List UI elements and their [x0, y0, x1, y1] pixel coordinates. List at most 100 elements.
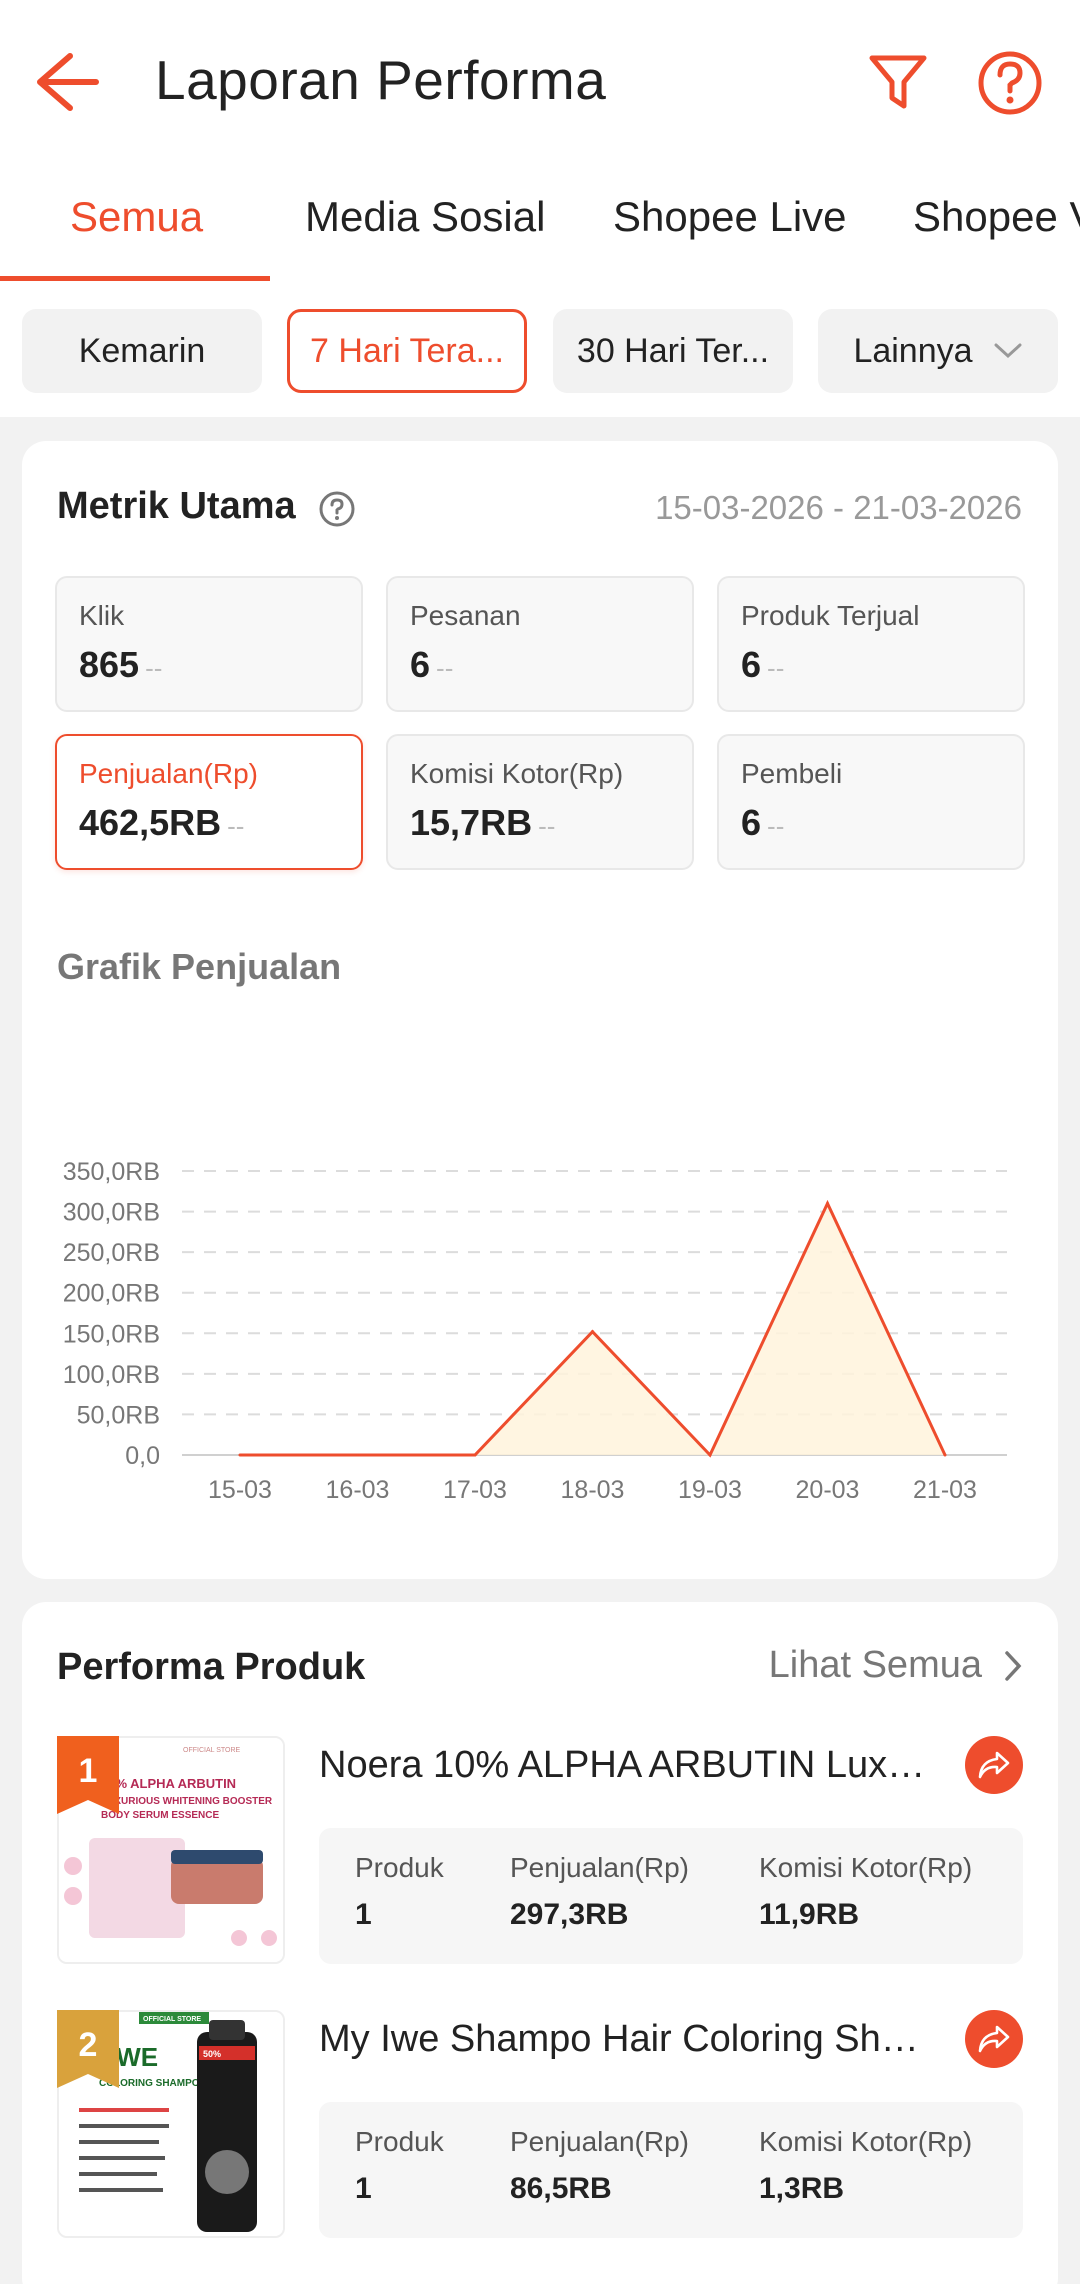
rank-number: 2	[79, 2026, 98, 2064]
metric-value-wrap: 6 --	[741, 644, 784, 686]
date-filter-chips: Kemarin 7 Hari Tera... 30 Hari Ter... La…	[0, 285, 1080, 417]
data-point	[238, 1453, 242, 1457]
x-tick-label: 16-03	[326, 1476, 390, 1504]
see-all-label: Lihat Semua	[768, 1644, 982, 1686]
y-tick-label: 50,0RB	[77, 1401, 160, 1429]
stat-label: Komisi Kotor(Rp)	[759, 2126, 973, 2157]
sales-chart: 0,0 50,0RB 100,0RB 150,0RB 200,0RB 250,0RB 300…	[63, 1158, 1007, 1504]
product-name[interactable]: Noera 10% ALPHA ARBUTIN Luxurious Whiten…	[319, 1744, 939, 1787]
metric-label: Komisi Kotor(Rp)	[410, 758, 624, 789]
metric-produk-terjual[interactable]: Produk Terjual 6 --	[717, 576, 1025, 712]
product-row[interactable]: OFFICIAL STORE IWE COLORING SHAMPO 50% 2…	[57, 2010, 1023, 2240]
metric-change: --	[227, 811, 245, 841]
metric-change: --	[767, 811, 785, 841]
product-stats: Produk 1 Penjualan(Rp) 86,5RB Komisi Kot…	[319, 2102, 1023, 2238]
data-point	[708, 1453, 712, 1457]
x-tick-label: 18-03	[561, 1476, 625, 1504]
thumb-line1: 10% ALPHA ARBUTIN	[101, 1776, 236, 1791]
stat-value: 297,3RB	[510, 1898, 629, 1931]
chip-lainnya-label: Lainnya	[853, 331, 973, 370]
channel-tabs: Semua Media Sosial Shopee Live Shopee V	[0, 165, 1080, 285]
metric-label: Pesanan	[410, 600, 521, 631]
chip-kemarin[interactable]: Kemarin	[22, 309, 262, 393]
metric-value-wrap: 6 --	[741, 802, 784, 844]
rank-badge-1: 1	[57, 1736, 119, 1814]
metric-klik[interactable]: Klik 865 --	[55, 576, 363, 712]
chevron-right-icon	[1005, 1650, 1022, 1681]
data-point	[356, 1453, 359, 1457]
metric-value-wrap: 15,7RB --	[410, 802, 555, 844]
share-button[interactable]	[965, 2010, 1023, 2068]
y-tick-label: 200,0RB	[63, 1280, 160, 1308]
filter-icon[interactable]	[866, 50, 930, 114]
help-icon[interactable]	[977, 50, 1043, 116]
metric-label: Produk Terjual	[741, 600, 920, 631]
metric-change: --	[538, 811, 556, 841]
thumb-discount: 50%	[203, 2049, 221, 2059]
stat-value: 1	[355, 1898, 372, 1931]
metric-value: 6	[410, 644, 431, 685]
date-range: 15-03-2026 - 21-03-2026	[655, 489, 1022, 526]
tab-semua[interactable]: Semua	[70, 193, 203, 241]
metrics-title: Metrik Utama	[57, 485, 296, 527]
y-tick-label: 0,0	[125, 1442, 160, 1470]
product-section-title: Performa Produk	[57, 1646, 366, 1688]
thumb-badge: OFFICIAL STORE	[143, 2016, 201, 2023]
series-area	[240, 1203, 945, 1455]
chip-7-hari[interactable]: 7 Hari Tera...	[287, 309, 527, 393]
metric-value: 6	[741, 802, 762, 843]
metric-value: 865	[79, 644, 140, 685]
metric-value: 462,5RB	[79, 802, 222, 843]
product-performance-card: Performa Produk Lihat Semua OFFICIAL STO…	[22, 1602, 1058, 2284]
tab-shopee-video[interactable]: Shopee V	[913, 193, 1080, 241]
page-title: Laporan Performa	[155, 49, 607, 111]
chart-title: Grafik Penjualan	[57, 946, 342, 987]
see-all-link[interactable]: Lihat Semua	[769, 1644, 1022, 1687]
stat-label: Penjualan(Rp)	[510, 2126, 689, 2157]
product-stats: Produk 1 Penjualan(Rp) 297,3RB Komisi Ko…	[319, 1828, 1023, 1964]
stat-value: 86,5RB	[510, 2172, 612, 2205]
chevron-down-icon	[994, 343, 1022, 359]
stat-label: Penjualan(Rp)	[510, 1852, 689, 1883]
x-tick-label: 20-03	[796, 1476, 860, 1504]
metric-value-wrap: 865 --	[79, 644, 162, 686]
y-tick-label: 250,0RB	[63, 1239, 160, 1267]
metric-change: --	[145, 653, 163, 683]
metric-pesanan[interactable]: Pesanan 6 --	[386, 576, 694, 712]
metric-label: Pembeli	[741, 758, 843, 789]
info-icon[interactable]	[318, 490, 356, 528]
rank-badge-2: 2	[57, 2010, 119, 2088]
data-point	[473, 1453, 477, 1457]
rank-number: 1	[79, 1752, 98, 1790]
metric-value: 15,7RB	[410, 802, 533, 843]
metric-value-wrap: 6 --	[410, 644, 453, 686]
chip-30-hari[interactable]: 30 Hari Ter...	[553, 309, 793, 393]
stat-value: 1	[355, 2172, 372, 2205]
data-point	[943, 1453, 947, 1457]
y-tick-label: 350,0RB	[63, 1158, 160, 1186]
x-tick-label: 17-03	[443, 1476, 507, 1504]
tab-media-sosial[interactable]: Media Sosial	[305, 193, 545, 241]
chip-lainnya[interactable]: Lainnya	[818, 309, 1058, 393]
product-name[interactable]: My Iwe Shampo Hair Coloring Shampoo	[319, 2018, 939, 2061]
metric-komisi-kotor[interactable]: Komisi Kotor(Rp) 15,7RB --	[386, 734, 694, 870]
share-button[interactable]	[965, 1736, 1023, 1794]
stat-label: Komisi Kotor(Rp)	[759, 1852, 973, 1883]
tab-shopee-live[interactable]: Shopee Live	[613, 193, 847, 241]
product-row[interactable]: OFFICIAL STORE 10% ALPHA ARBUTIN LUXURIO…	[57, 1736, 1023, 1966]
metric-penjualan[interactable]: Penjualan(Rp) 462,5RB --	[55, 734, 363, 870]
metric-label: Penjualan(Rp)	[79, 758, 258, 789]
metric-pembeli[interactable]: Pembeli 6 --	[717, 734, 1025, 870]
metric-label: Klik	[79, 600, 125, 631]
metric-change: --	[436, 653, 454, 683]
back-arrow-icon[interactable]	[30, 50, 102, 114]
metric-value: 6	[741, 644, 762, 685]
y-tick-label: 300,0RB	[63, 1199, 160, 1227]
stat-value: 11,9RB	[759, 1898, 860, 1931]
stat-value: 1,3RB	[759, 2172, 845, 2205]
main-metrics-card: Metrik Utama 15-03-2026 - 21-03-2026 Kli…	[22, 441, 1058, 1579]
metric-change: --	[767, 653, 785, 683]
top-app-bar: Laporan Performa	[0, 0, 1080, 165]
y-tick-label: 100,0RB	[63, 1361, 160, 1389]
data-point	[826, 1201, 829, 1205]
